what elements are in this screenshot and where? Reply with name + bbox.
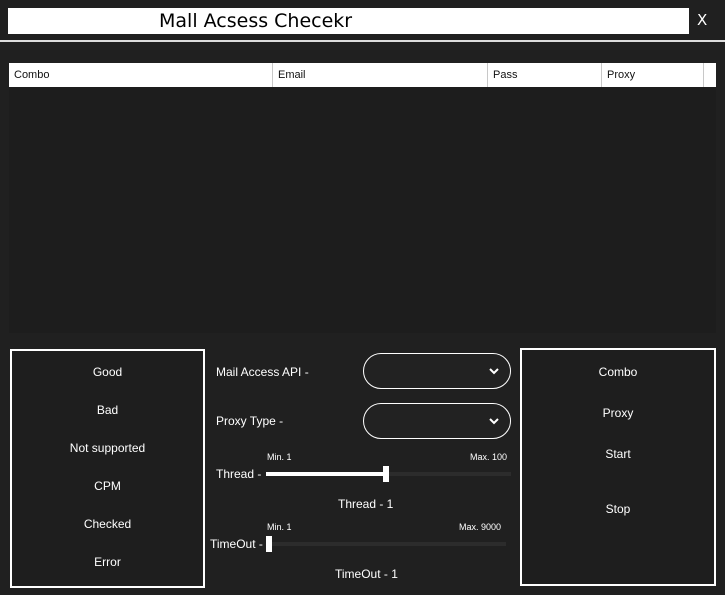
thread-slider-fill [266,472,386,476]
timeout-value-label: TimeOut - 1 [335,567,398,581]
chevron-down-icon [489,368,499,375]
column-header-proxy[interactable]: Proxy [602,63,704,87]
timeout-label: TimeOut - [210,537,263,551]
load-proxy-button[interactable]: Proxy [522,406,714,420]
stat-good: Good [92,365,123,379]
timeout-slider[interactable] [266,536,506,552]
chevron-down-icon [489,418,499,425]
thread-min-label: Min. 1 [267,452,292,462]
actions-panel: Combo Proxy Start Stop [520,348,716,586]
column-header-combo[interactable]: Combo [9,63,273,87]
api-label: Mail Access API - [216,365,309,379]
thread-max-label: Max. 100 [470,452,508,462]
stat-not-supported: Not supported [69,441,146,455]
results-table[interactable]: Combo Email Pass Proxy [9,63,716,333]
header-divider [0,40,725,42]
proxy-type-label: Proxy Type - [216,414,284,428]
thread-label: Thread - [216,467,262,481]
stats-panel: Good Bad Not supported CPM Checked Error [10,349,205,588]
start-button[interactable]: Start [522,447,714,461]
close-button[interactable]: X [697,11,707,29]
stop-button[interactable]: Stop [522,502,714,516]
stat-cpm: CPM [94,479,121,493]
stat-bad: Bad [96,403,119,417]
thread-value-label: Thread - 1 [338,497,394,511]
api-dropdown[interactable] [363,353,511,389]
column-header-pass[interactable]: Pass [488,63,602,87]
column-header-email[interactable]: Email [273,63,488,87]
thread-slider[interactable] [266,466,511,482]
timeout-slider-handle[interactable] [266,536,272,552]
thread-slider-handle[interactable] [383,466,389,482]
load-combo-button[interactable]: Combo [522,365,714,379]
timeout-min-label: Min. 1 [267,522,292,532]
timeout-max-label: Max. 9000 [459,522,502,532]
table-header: Combo Email Pass Proxy [9,63,716,87]
stat-checked: Checked [83,517,132,531]
stat-error: Error [94,555,121,569]
app-title: Mall Acsess Checekr [159,10,353,32]
proxy-type-dropdown[interactable] [363,403,511,439]
